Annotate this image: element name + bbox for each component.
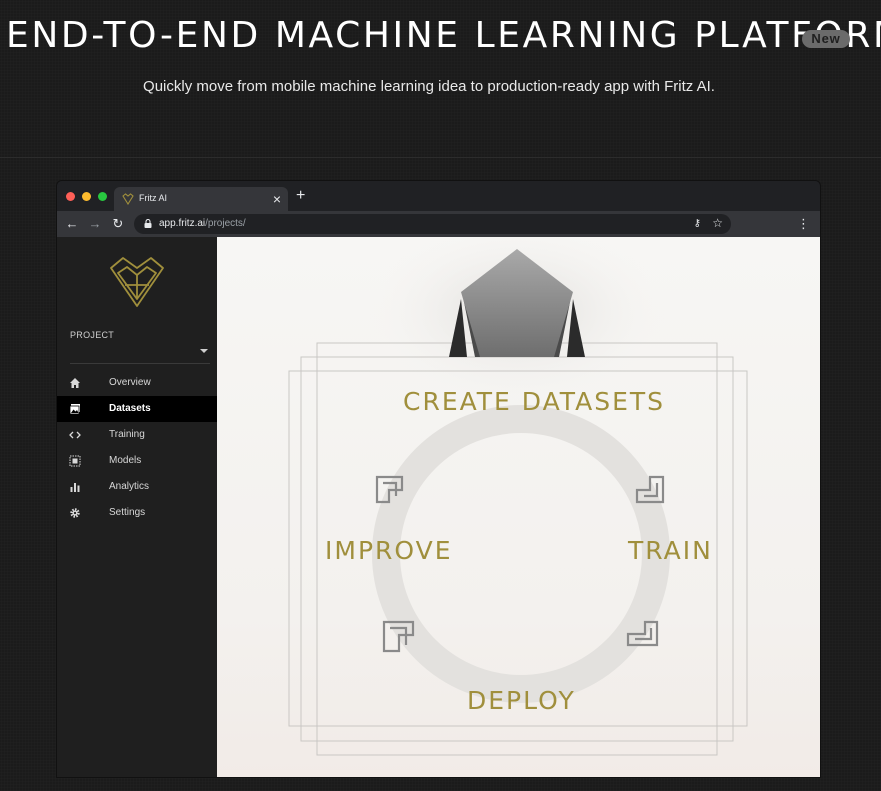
hero-subtitle: Quickly move from mobile machine learnin… — [143, 78, 715, 95]
gear-icon — [70, 508, 80, 518]
project-select[interactable] — [70, 343, 210, 364]
new-badge: New — [802, 30, 850, 48]
section-divider — [0, 157, 881, 158]
window-minimize-dot[interactable] — [82, 192, 91, 201]
sidebar-item-label: Analytics — [109, 481, 150, 492]
sidebar-item-label: Overview — [109, 377, 151, 388]
sidebar-item-models[interactable]: Models — [57, 448, 217, 474]
sidebar-item-settings[interactable]: Settings — [57, 500, 217, 526]
browser-window: Fritz AI × + ← → ↻ app.fritz.ai/projects… — [57, 181, 820, 777]
menu-icon[interactable]: ⋮ — [797, 215, 810, 233]
chevron-down-icon — [200, 349, 208, 353]
sidebar-item-analytics[interactable]: Analytics — [57, 474, 217, 500]
home-icon — [70, 378, 80, 388]
fritz-logo-icon — [110, 257, 164, 307]
tab-close-icon[interactable]: × — [273, 190, 281, 208]
image-icon — [69, 404, 80, 415]
key-icon[interactable]: ⚷ — [694, 218, 701, 229]
model-icon — [69, 455, 81, 467]
url-host: app.fritz.ai — [159, 218, 206, 229]
url-path: /projects/ — [205, 218, 246, 229]
sidebar-item-overview[interactable]: Overview — [57, 370, 217, 396]
sidebar-item-label: Training — [109, 429, 145, 440]
code-icon — [69, 431, 81, 439]
new-tab-button[interactable]: + — [296, 186, 305, 206]
hero-title: END-TO-END MACHINE LEARNING PLATFORM — [6, 15, 881, 56]
project-label: PROJECT — [70, 330, 115, 340]
window-zoom-dot[interactable] — [98, 192, 107, 201]
star-icon[interactable]: ☆ — [712, 216, 723, 230]
reload-icon[interactable]: ↻ — [110, 215, 126, 233]
app-viewport: PROJECT Overview Datasets Training Model… — [57, 237, 820, 777]
sidebar-nav: Overview Datasets Training Models Analyt… — [57, 370, 217, 526]
lock-icon — [144, 219, 152, 228]
fritz-favicon-icon — [122, 193, 134, 205]
tab-strip: Fritz AI × + — [57, 181, 820, 211]
address-bar[interactable]: app.fritz.ai/projects/ ⚷ ☆ — [134, 214, 731, 234]
cycle-illustration: CREATE DATASETS TRAIN DEPLOY IMPROVE — [217, 237, 820, 777]
bar-chart-icon — [70, 483, 80, 492]
sidebar-item-label: Datasets — [109, 403, 151, 414]
sidebar-item-training[interactable]: Training — [57, 422, 217, 448]
tab-title: Fritz AI — [139, 193, 168, 203]
step-train: TRAIN — [628, 536, 713, 565]
forward-icon[interactable]: → — [87, 215, 103, 233]
browser-toolbar: ← → ↻ app.fritz.ai/projects/ ⚷ ☆ ⋮ — [57, 211, 820, 237]
step-improve: IMPROVE — [325, 536, 453, 565]
step-create-datasets: CREATE DATASETS — [403, 387, 666, 416]
sidebar-item-label: Models — [109, 455, 142, 466]
sidebar: PROJECT Overview Datasets Training Model… — [57, 237, 217, 777]
sidebar-item-label: Settings — [109, 507, 146, 518]
back-icon[interactable]: ← — [64, 215, 80, 233]
browser-tab[interactable]: Fritz AI × — [114, 187, 288, 211]
sidebar-item-datasets[interactable]: Datasets — [57, 396, 217, 422]
window-close-dot[interactable] — [66, 192, 75, 201]
url-text: app.fritz.ai/projects/ — [159, 218, 246, 229]
step-deploy: DEPLOY — [467, 686, 576, 715]
